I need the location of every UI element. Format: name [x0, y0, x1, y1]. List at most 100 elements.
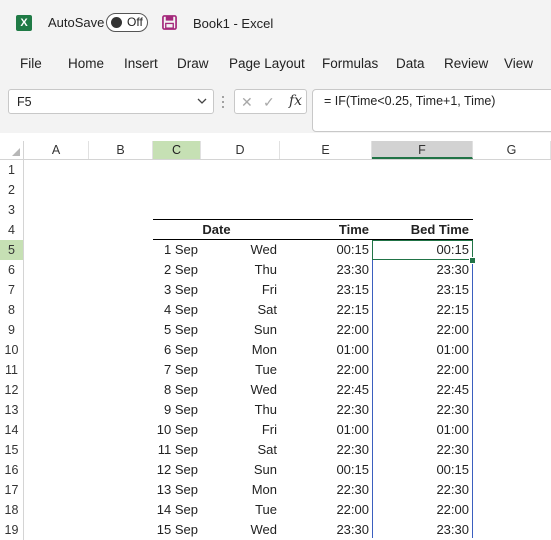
day-cell[interactable]: Tue	[201, 360, 277, 380]
column-header-c[interactable]: C	[153, 141, 201, 159]
bed-time-cell[interactable]: 22:00	[372, 320, 469, 340]
tab-file[interactable]: File	[20, 56, 42, 71]
time-cell[interactable]: 22:00	[280, 320, 369, 340]
row-header[interactable]: 9	[0, 320, 24, 340]
time-cell[interactable]: 23:30	[280, 260, 369, 280]
time-cell[interactable]: 22:15	[280, 300, 369, 320]
row-header[interactable]: 12	[0, 380, 24, 400]
header-date[interactable]: Date	[153, 220, 280, 240]
day-cell[interactable]: Wed	[201, 380, 278, 400]
day-cell[interactable]: Tue	[201, 500, 277, 520]
date-cell[interactable]: 10 Sep	[153, 420, 198, 440]
tab-formulas[interactable]: Formulas	[322, 56, 378, 71]
name-box[interactable]: F5	[8, 89, 214, 114]
row-header[interactable]: 17	[0, 480, 24, 500]
bed-time-cell[interactable]: 01:00	[372, 340, 469, 360]
bed-time-cell[interactable]: 01:00	[372, 420, 469, 440]
active-cell[interactable]	[372, 240, 473, 260]
tab-review[interactable]: Review	[444, 56, 488, 71]
time-cell[interactable]: 22:30	[280, 440, 369, 460]
row-header[interactable]: 6	[0, 260, 24, 280]
column-header-e[interactable]: E	[280, 141, 372, 159]
date-cell[interactable]: 5 Sep	[153, 320, 198, 340]
bed-time-cell[interactable]: 22:45	[372, 380, 469, 400]
fill-handle[interactable]	[469, 257, 476, 264]
date-cell[interactable]: 6 Sep	[153, 340, 198, 360]
row-header[interactable]: 15	[0, 440, 24, 460]
time-cell[interactable]: 00:15	[280, 460, 369, 480]
time-cell[interactable]: 22:00	[280, 360, 369, 380]
row-header[interactable]: 7	[0, 280, 24, 300]
column-header-g[interactable]: G	[473, 141, 551, 159]
bed-time-cell[interactable]: 23:30	[372, 260, 469, 280]
row-header[interactable]: 13	[0, 400, 24, 420]
tab-insert[interactable]: Insert	[124, 56, 158, 71]
row-header[interactable]: 16	[0, 460, 24, 480]
tab-draw[interactable]: Draw	[177, 56, 209, 71]
bed-time-cell[interactable]: 22:00	[372, 360, 469, 380]
row-header[interactable]: 1	[0, 160, 24, 180]
time-cell[interactable]: 22:45	[280, 380, 369, 400]
day-cell[interactable]: Fri	[201, 420, 277, 440]
bed-time-cell[interactable]: 22:30	[372, 480, 469, 500]
bed-time-cell[interactable]: 00:15	[372, 460, 469, 480]
enter-check-icon[interactable]: ✓	[263, 94, 275, 111]
row-header[interactable]: 5	[0, 240, 24, 260]
row-header[interactable]: 19	[0, 520, 24, 540]
column-header-a[interactable]: A	[24, 141, 89, 159]
column-header-b[interactable]: B	[89, 141, 153, 159]
tab-page-layout[interactable]: Page Layout	[229, 56, 305, 71]
day-cell[interactable]: Fri	[201, 280, 277, 300]
row-header[interactable]: 8	[0, 300, 24, 320]
column-header-f[interactable]: F	[372, 141, 473, 159]
day-cell[interactable]: Mon	[201, 480, 277, 500]
date-cell[interactable]: 11 Sep	[153, 440, 198, 460]
tab-view[interactable]: View	[504, 56, 533, 71]
bed-time-cell[interactable]: 23:15	[372, 280, 469, 300]
autosave-toggle[interactable]: Off	[106, 13, 148, 32]
day-cell[interactable]: Sun	[201, 320, 277, 340]
insert-function-icon[interactable]: fx	[289, 93, 302, 109]
time-cell[interactable]: 22:00	[280, 500, 369, 520]
more-options-icon[interactable]	[221, 94, 225, 110]
date-cell[interactable]: 4 Sep	[153, 300, 198, 320]
header-time[interactable]: Time	[280, 220, 369, 240]
column-header-d[interactable]: D	[201, 141, 280, 159]
time-cell[interactable]: 01:00	[280, 420, 369, 440]
select-all-button[interactable]	[0, 141, 24, 159]
date-cell[interactable]: 3 Sep	[153, 280, 198, 300]
formula-input[interactable]: = IF(Time<0.25, Time+1, Time)	[312, 89, 551, 132]
tab-data[interactable]: Data	[396, 56, 425, 71]
row-header[interactable]: 11	[0, 360, 24, 380]
day-cell[interactable]: Thu	[201, 260, 277, 280]
bed-time-cell[interactable]: 22:30	[372, 400, 469, 420]
date-cell[interactable]: 8 Sep	[153, 380, 198, 400]
day-cell[interactable]: Sun	[201, 460, 277, 480]
cancel-icon[interactable]: ✕	[241, 94, 253, 111]
time-cell[interactable]: 22:30	[280, 400, 369, 420]
time-cell[interactable]: 00:15	[280, 240, 369, 260]
tab-home[interactable]: Home	[68, 56, 104, 71]
row-header[interactable]: 10	[0, 340, 24, 360]
day-cell[interactable]: Sat	[201, 300, 277, 320]
bed-time-cell[interactable]: 22:00	[372, 500, 469, 520]
chevron-down-icon[interactable]	[197, 96, 207, 106]
day-cell[interactable]: Wed	[201, 240, 278, 260]
bed-time-cell[interactable]: 22:15	[372, 300, 469, 320]
row-header[interactable]: 4	[0, 220, 24, 240]
date-cell[interactable]: 12 Sep	[153, 460, 198, 480]
time-cell[interactable]: 23:15	[280, 280, 369, 300]
row-header[interactable]: 3	[0, 200, 24, 220]
row-header[interactable]: 18	[0, 500, 24, 520]
date-cell[interactable]: 13 Sep	[153, 480, 198, 500]
date-cell[interactable]: 7 Sep	[153, 360, 198, 380]
day-cell[interactable]: Wed	[201, 520, 278, 540]
time-cell[interactable]: 22:30	[280, 480, 369, 500]
row-header[interactable]: 2	[0, 180, 24, 200]
row-header[interactable]: 14	[0, 420, 24, 440]
bed-time-cell[interactable]: 22:30	[372, 440, 469, 460]
day-cell[interactable]: Thu	[201, 400, 277, 420]
bed-time-cell[interactable]: 23:30	[372, 520, 469, 540]
header-bed-time[interactable]: Bed Time	[372, 220, 469, 240]
time-cell[interactable]: 23:30	[280, 520, 369, 540]
